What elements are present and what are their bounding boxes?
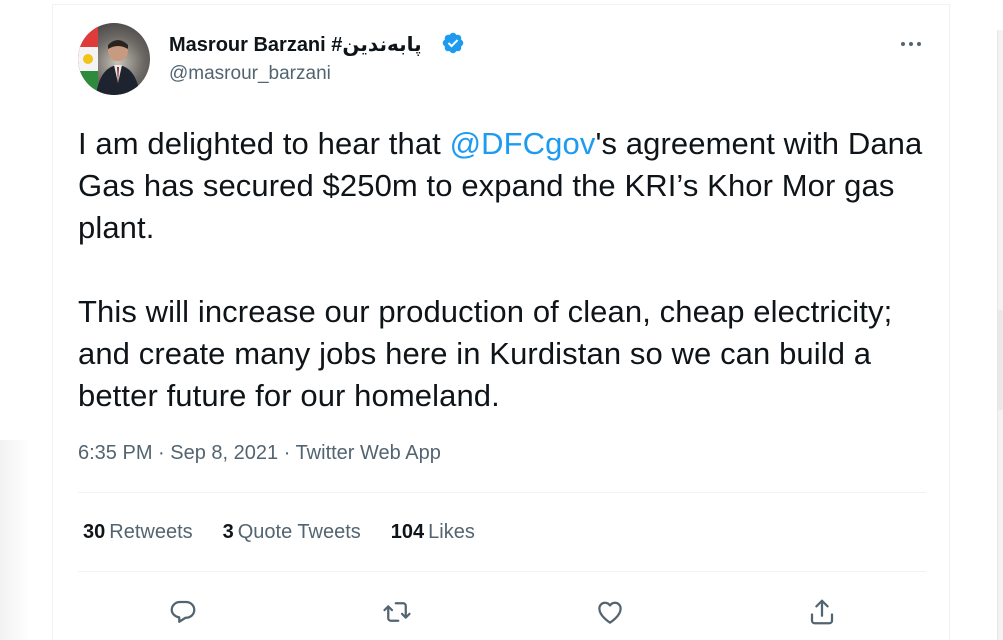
share-icon bbox=[807, 597, 837, 627]
stat-label: Likes bbox=[428, 521, 475, 543]
reply-button[interactable] bbox=[161, 590, 205, 634]
stat-label: Quote Tweets bbox=[238, 521, 361, 543]
tweet-stats: 30Retweets 3Quote Tweets 104Likes bbox=[83, 521, 505, 544]
tweet-source-app[interactable]: Twitter Web App bbox=[296, 442, 441, 464]
meta-separator: · bbox=[152, 442, 170, 464]
avatar[interactable] bbox=[78, 23, 150, 95]
divider bbox=[78, 571, 926, 572]
author-name[interactable]: Masrour Barzani #پابەندین bbox=[169, 32, 422, 57]
tweet-text-segment: I am delighted to hear that bbox=[78, 126, 450, 161]
tweet-time[interactable]: 6:35 PM bbox=[78, 442, 152, 464]
tweet-actions bbox=[78, 590, 926, 634]
tweet-card: Masrour Barzani #پابەندین @masrour_barza… bbox=[52, 4, 950, 640]
retweet-button[interactable] bbox=[375, 590, 419, 634]
tweet-date[interactable]: Sep 8, 2021 bbox=[170, 442, 278, 464]
reply-icon bbox=[168, 597, 198, 627]
tweet-paragraph-2: This will increase our production of cle… bbox=[78, 291, 938, 417]
stat-count: 3 bbox=[223, 521, 234, 543]
verified-badge-icon bbox=[441, 31, 465, 55]
more-options-icon[interactable] bbox=[891, 29, 931, 59]
quote-tweets-stat[interactable]: 3Quote Tweets bbox=[223, 521, 361, 544]
tweet-text: I am delighted to hear that @DFCgov's ag… bbox=[78, 123, 938, 417]
meta-separator: · bbox=[278, 442, 295, 464]
tweet-paragraph-1: I am delighted to hear that @DFCgov's ag… bbox=[78, 123, 938, 249]
page: Masrour Barzani #پابەندین @masrour_barza… bbox=[0, 0, 1003, 640]
like-icon bbox=[595, 597, 625, 627]
left-panel-shadow bbox=[0, 440, 30, 640]
stat-label: Retweets bbox=[109, 521, 192, 543]
mention-link[interactable]: @DFCgov bbox=[450, 126, 596, 161]
retweets-stat[interactable]: 30Retweets bbox=[83, 521, 193, 544]
more-dot bbox=[909, 42, 913, 46]
share-button[interactable] bbox=[800, 590, 844, 634]
stat-count: 104 bbox=[391, 521, 424, 543]
retweet-icon bbox=[382, 597, 412, 627]
right-panel-edge bbox=[997, 30, 1003, 640]
like-button[interactable] bbox=[588, 590, 632, 634]
divider bbox=[78, 492, 926, 493]
stat-count: 30 bbox=[83, 521, 105, 543]
likes-stat[interactable]: 104Likes bbox=[391, 521, 475, 544]
tweet-meta: 6:35 PM · Sep 8, 2021 · Twitter Web App bbox=[78, 442, 441, 465]
more-dot bbox=[901, 42, 905, 46]
more-dot bbox=[917, 42, 921, 46]
scroll-thumb[interactable] bbox=[998, 310, 1003, 410]
author-handle[interactable]: @masrour_barzani bbox=[169, 63, 331, 85]
